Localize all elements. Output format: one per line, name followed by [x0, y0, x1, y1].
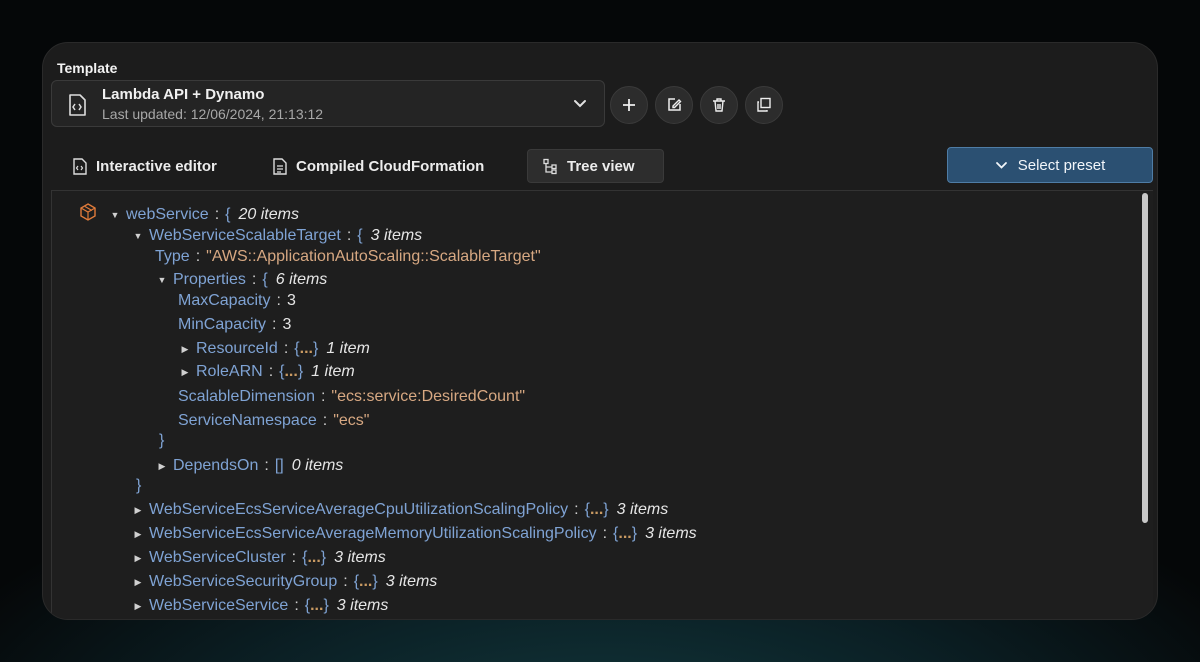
tree-key: ScalableDimension	[178, 388, 315, 405]
caret-down-icon[interactable]: ▼	[131, 225, 145, 247]
tree-count: 1 item	[326, 340, 370, 357]
caret-right-icon[interactable]: ▶	[131, 547, 145, 569]
tree-node-type: Type : "AWS::ApplicationAutoScaling::Sca…	[155, 246, 541, 268]
plus-icon	[623, 99, 635, 111]
closing-brace: }	[159, 432, 165, 449]
template-dropdown[interactable]: Lambda API + Dynamo Last updated: 12/06/…	[51, 80, 605, 127]
tree-value: "ecs:service:DesiredCount"	[331, 388, 526, 405]
lambda-icon	[80, 203, 96, 221]
tree-count: 1 item	[311, 363, 355, 380]
tab-interactive-editor[interactable]: Interactive editor	[57, 149, 231, 183]
code-file-icon	[69, 94, 86, 116]
duplicate-template-button[interactable]	[745, 86, 783, 124]
tree-key: ResourceId	[196, 340, 278, 357]
tab-label: Tree view	[567, 157, 635, 175]
select-preset-button[interactable]: Select preset	[947, 147, 1153, 183]
edit-icon	[668, 98, 682, 111]
template-updated: Last updated: 12/06/2024, 21:13:12	[102, 106, 324, 122]
template-name: Lambda API + Dynamo	[102, 86, 265, 103]
caret-down-icon[interactable]: ▼	[108, 204, 122, 226]
tab-label: Interactive editor	[96, 157, 217, 175]
tree-count: 3 items	[645, 525, 697, 542]
tree-key: ServiceNamespace	[178, 412, 317, 429]
caret-right-icon[interactable]: ▶	[155, 455, 169, 477]
tree-node-scalable-target[interactable]: ▼ WebServiceScalableTarget :{ 3 items	[131, 225, 423, 247]
tree-value: 3	[286, 292, 296, 309]
caret-right-icon[interactable]: ▶	[131, 571, 145, 593]
caret-right-icon[interactable]: ▶	[131, 499, 145, 521]
caret-down-icon[interactable]: ▼	[155, 269, 169, 291]
tree-node-collapsed[interactable]: ▶ WebServiceSecurityGroup :{...} 3 items	[131, 571, 438, 593]
tree-node-service-namespace: ServiceNamespace : "ecs"	[178, 410, 369, 432]
tree-scrollbar[interactable]	[1142, 193, 1148, 523]
tree-node-collapsed[interactable]: ▶ WebServiceEcsServiceAverageMemoryUtili…	[131, 523, 697, 545]
tree-count: 6 items	[275, 271, 328, 288]
tree-key: WebServiceSecurityGroup	[149, 573, 338, 590]
tree-count: 3 items	[336, 597, 389, 614]
tree-node-resource-id[interactable]: ▶ ResourceId :{...} 1 item	[178, 338, 370, 360]
copy-icon	[757, 97, 771, 112]
tree-key: WebServiceCluster	[149, 549, 286, 566]
tree-node-properties[interactable]: ▼ Properties :{ 6 items	[155, 269, 328, 291]
trash-icon	[713, 98, 725, 112]
tree-value: "ecs"	[333, 412, 370, 429]
tree-key: WebServiceScalableTarget	[149, 227, 341, 244]
tree-node-collapsed[interactable]: ▶ WebServiceCluster :{...} 3 items	[131, 547, 386, 569]
tree-key: MaxCapacity	[178, 292, 271, 309]
tree-node-scalable-dimension: ScalableDimension : "ecs:service:Desired…	[178, 386, 525, 408]
tree-node-collapsed[interactable]: ▶ WebServiceService :{...} 3 items	[131, 595, 389, 617]
tree-node-depends-on[interactable]: ▶ DependsOn :[] 0 items	[155, 455, 344, 477]
chevron-down-icon	[574, 100, 586, 108]
tree-node-collapsed[interactable]: ▶ WebServiceEcsServiceAverageCpuUtilizat…	[131, 499, 669, 521]
tab-label: Compiled CloudFormation	[296, 157, 485, 175]
tree-count: 3 items	[616, 501, 669, 518]
tree-node-root[interactable]: ▼ webService :{ 20 items	[108, 204, 299, 226]
tree-count: 20 items	[238, 206, 299, 223]
chevron-down-icon	[995, 161, 1007, 169]
tree-key: Properties	[173, 271, 246, 288]
tree-key: WebServiceEcsServiceAverageCpuUtilizatio…	[149, 501, 569, 518]
template-label: Template	[57, 60, 118, 76]
caret-right-icon[interactable]: ▶	[178, 338, 192, 360]
tree-count: 3 items	[385, 573, 438, 590]
tree-icon	[543, 158, 557, 174]
tree-key: RoleARN	[196, 363, 263, 380]
tree-count: 3 items	[334, 549, 386, 566]
tree-key: webService	[126, 206, 209, 223]
tree-key: MinCapacity	[178, 316, 267, 333]
tree-count: 3 items	[370, 227, 423, 244]
document-icon	[273, 157, 287, 175]
tree-value: "AWS::ApplicationAutoScaling::ScalableTa…	[206, 248, 541, 265]
tree-node-max-capacity: MaxCapacity : 3	[178, 290, 296, 312]
tree-key: Type	[155, 248, 190, 265]
tree-node-role-arn[interactable]: ▶ RoleARN :{...} 1 item	[178, 361, 355, 383]
tree-key: WebServiceService	[149, 597, 289, 614]
closing-brace: }	[136, 477, 142, 494]
edit-template-button[interactable]	[655, 86, 693, 124]
tree-key: WebServiceEcsServiceAverageMemoryUtiliza…	[149, 525, 597, 542]
caret-right-icon[interactable]: ▶	[131, 523, 145, 545]
delete-template-button[interactable]	[700, 86, 738, 124]
tree-value: 3	[282, 316, 292, 333]
caret-right-icon[interactable]: ▶	[178, 361, 192, 383]
tab-tree-view[interactable]: Tree view	[527, 149, 664, 183]
add-template-button[interactable]	[610, 86, 648, 124]
tree-node-min-capacity: MinCapacity : 3	[178, 314, 291, 336]
select-preset-label: Select preset	[1017, 156, 1106, 174]
caret-right-icon[interactable]: ▶	[131, 595, 145, 617]
tree-key: DependsOn	[173, 457, 259, 474]
tab-compiled-cloudformation[interactable]: Compiled CloudFormation	[257, 149, 498, 183]
tree-count: 0 items	[291, 457, 344, 474]
code-file-icon	[73, 157, 87, 175]
